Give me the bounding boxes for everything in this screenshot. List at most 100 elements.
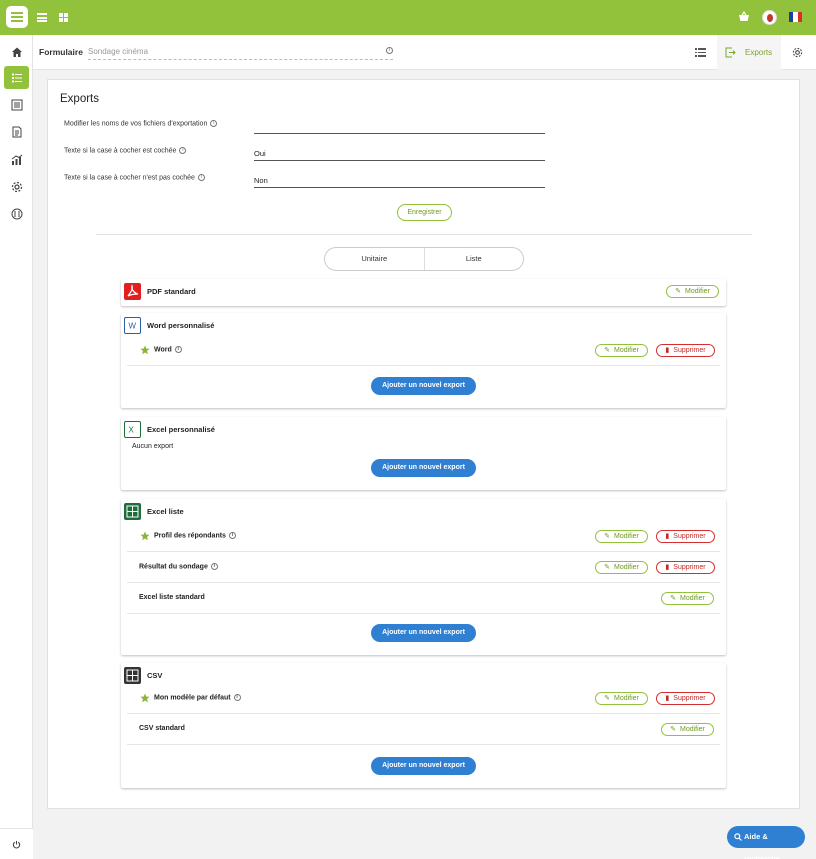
field-label-unchecked: Texte si la case à cocher n'est pas coch… xyxy=(64,174,205,181)
form-name-text: Sondage cinéma xyxy=(88,47,149,56)
info-icon: i xyxy=(233,694,241,701)
app-logo-icon[interactable] xyxy=(6,6,28,28)
word-export-box: W Word personnalisé Word i ✎ Modifier ▮ Sup… xyxy=(121,313,726,408)
export-name: Word i xyxy=(154,346,182,353)
save-button[interactable]: Enregistrer xyxy=(397,204,452,221)
csv-icon xyxy=(124,666,141,684)
form-list-icon[interactable] xyxy=(4,66,29,89)
pencil-icon: ✎ xyxy=(604,695,610,702)
export-icon xyxy=(725,47,736,58)
export-row: Word i ✎ Modifier ▮ Supprimer xyxy=(127,335,720,366)
add-export-button[interactable]: Ajouter un nouvel export xyxy=(371,377,476,395)
word-icon: W xyxy=(124,316,141,334)
sidebar-footer xyxy=(0,828,33,859)
excel-list-icon xyxy=(124,502,141,520)
settings-icon[interactable] xyxy=(4,175,29,198)
export-row: Profil des répondants i ✎ Modifier ▮ Suppri… xyxy=(127,521,720,552)
delete-button[interactable]: ▮ Supprimer xyxy=(656,692,715,705)
delete-button[interactable]: ▮ Supprimer xyxy=(656,530,715,543)
avatar[interactable] xyxy=(762,10,777,25)
modify-button[interactable]: ✎ Modifier xyxy=(666,285,719,298)
export-row: CSV standard ✎ Modifier xyxy=(127,714,720,745)
top-bar xyxy=(0,0,816,35)
modify-button[interactable]: ✎ Modifier xyxy=(661,723,714,736)
empty-text: Aucun export xyxy=(132,443,174,450)
export-mode-toggle: Unitaire Liste xyxy=(324,247,524,271)
star-icon xyxy=(140,345,150,355)
unchecked-text-input[interactable]: Non xyxy=(254,173,545,188)
export-name: CSV standard xyxy=(139,725,185,732)
report-icon[interactable] xyxy=(4,120,29,143)
tab-unitaire[interactable]: Unitaire xyxy=(325,248,425,270)
add-export-button[interactable]: Ajouter un nouvel export xyxy=(371,624,476,642)
trash-icon: ▮ xyxy=(665,533,670,540)
field-label-checked: Texte si la case à cocher est cochée i xyxy=(64,147,187,154)
export-row: Mon modèle par défaut i ✎ Modifier ▮ Suppri… xyxy=(127,683,720,714)
help-button[interactable]: Aide & recherche xyxy=(727,826,805,859)
home-icon[interactable] xyxy=(4,40,29,63)
info-icon: i xyxy=(210,120,218,127)
filenames-input[interactable] xyxy=(254,119,545,134)
questions-icon[interactable] xyxy=(4,93,29,116)
grid-icon[interactable] xyxy=(59,13,68,22)
csv-export-box: CSV Mon modèle par défaut i ✎ Modifier ▮ Su… xyxy=(121,663,726,788)
export-name: Résultat du sondage i xyxy=(139,563,218,570)
info-icon[interactable]: i xyxy=(386,47,393,54)
csv-title: CSV xyxy=(147,670,163,680)
excel-export-box: X Excel personnalisé Aucun export Ajoute… xyxy=(121,417,726,490)
search-icon xyxy=(734,833,742,841)
export-row: Résultat du sondage i ✎ Modifier ▮ Supprime… xyxy=(127,552,720,583)
pencil-icon: ✎ xyxy=(675,288,681,295)
svg-text:W: W xyxy=(129,321,137,330)
excel-list-title: Excel liste xyxy=(147,506,184,516)
stats-icon[interactable] xyxy=(4,148,29,171)
flag-fr-icon[interactable] xyxy=(789,12,802,22)
pencil-icon: ✎ xyxy=(604,533,610,540)
exports-tab-label: Exports xyxy=(745,48,773,57)
info-icon: i xyxy=(228,532,236,539)
menu-icon[interactable] xyxy=(37,13,47,22)
info-icon: i xyxy=(210,563,218,570)
field-label-filenames: Modifier les noms de vos fichiers d'expo… xyxy=(64,120,218,127)
divider xyxy=(96,234,752,235)
power-icon[interactable] xyxy=(12,840,21,849)
tab-liste[interactable]: Liste xyxy=(425,248,524,270)
export-name: Profil des répondants i xyxy=(154,532,236,539)
excel-title: Excel personnalisé xyxy=(147,424,215,434)
export-name: Mon modèle par défaut i xyxy=(154,694,241,701)
modify-button[interactable]: ✎ Modifier xyxy=(595,530,648,543)
excel-icon: X xyxy=(124,420,141,438)
pencil-icon: ✎ xyxy=(670,726,676,733)
compass-icon[interactable] xyxy=(4,202,29,225)
add-export-button[interactable]: Ajouter un nouvel export xyxy=(371,757,476,775)
pdf-icon xyxy=(124,282,141,300)
trash-icon: ▮ xyxy=(665,347,670,354)
pencil-icon: ✎ xyxy=(670,595,676,602)
trash-icon: ▮ xyxy=(665,564,670,571)
modify-button[interactable]: ✎ Modifier xyxy=(595,561,648,574)
add-export-button[interactable]: Ajouter un nouvel export xyxy=(371,459,476,477)
modify-button[interactable]: ✎ Modifier xyxy=(595,692,648,705)
info-icon: i xyxy=(197,174,205,181)
page-title: Exports xyxy=(60,93,99,105)
trash-icon: ▮ xyxy=(665,695,670,702)
excel-list-export-box: Excel liste Profil des répondants i ✎ Modi… xyxy=(121,499,726,655)
delete-button[interactable]: ▮ Supprimer xyxy=(656,344,715,357)
svg-text:X: X xyxy=(129,425,135,434)
star-icon xyxy=(140,693,150,703)
gear-icon[interactable] xyxy=(792,47,803,58)
info-icon: i xyxy=(179,147,187,154)
modify-button[interactable]: ✎ Modifier xyxy=(661,592,714,605)
modify-button[interactable]: ✎ Modifier xyxy=(595,344,648,357)
list-view-icon[interactable] xyxy=(695,48,706,57)
checked-text-input[interactable]: Oui xyxy=(254,146,545,161)
form-name-field[interactable]: Sondage cinéma i xyxy=(88,45,393,60)
exports-tab[interactable]: Exports xyxy=(717,35,781,70)
pdf-title: PDF standard xyxy=(147,286,196,296)
pencil-icon: ✎ xyxy=(604,564,610,571)
word-title: Word personnalisé xyxy=(147,320,215,330)
pdf-export-box: PDF standard ✎ Modifier xyxy=(121,279,726,306)
basket-icon[interactable] xyxy=(738,11,750,22)
delete-button[interactable]: ▮ Supprimer xyxy=(656,561,715,574)
star-icon xyxy=(140,531,150,541)
